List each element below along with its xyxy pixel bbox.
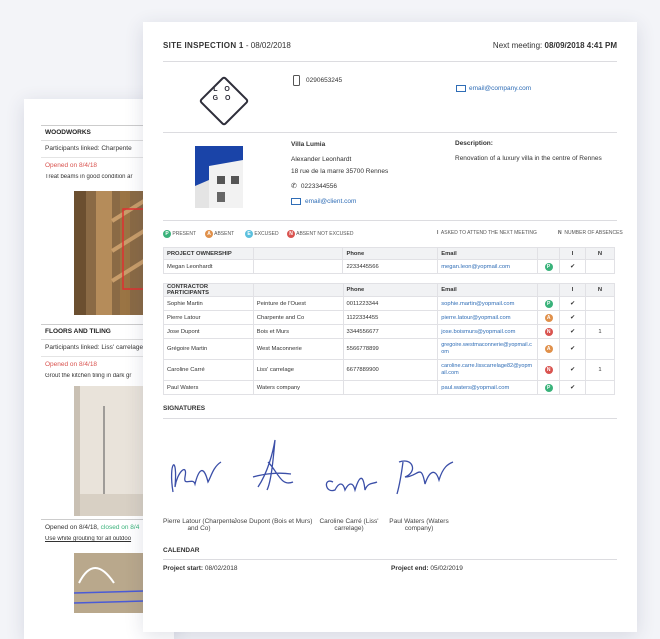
table-row: Paul Waters Waters company paul.waters@yop…	[163, 380, 615, 395]
report-title: SITE INSPECTION 1	[163, 41, 244, 50]
table-header: PROJECT OWNERSHIP Phone Email I N	[163, 247, 615, 260]
description-text: Renovation of a luxury villa in the cent…	[455, 155, 602, 162]
villa-photo	[195, 146, 243, 208]
opened-date: Opened on 8/4/18,	[45, 524, 101, 531]
client-info: Villa Lumia Alexander Leonhardt 18 rue d…	[291, 139, 388, 208]
table-row: Megan Leonhardt 2233445566 megan.leon@yopm…	[163, 259, 615, 274]
signatures-title: SIGNATURES	[163, 405, 206, 412]
check-icon: ✔	[559, 259, 587, 274]
signature-caption: Jose Dupont (Bois et Murs)	[233, 518, 313, 525]
signature-caption: Caroline Carré (Liss' carrelage)	[319, 518, 379, 532]
company-phone: 0290653245	[306, 77, 343, 85]
signature-jose-dupont	[252, 439, 294, 491]
tiling-photo	[74, 386, 144, 516]
mobile-icon	[293, 75, 300, 86]
legend-absent-not-excused: N ABSENT NOT EXCUSED	[287, 230, 353, 238]
client-address: 18 rue de la marre 35700 Rennes	[291, 168, 389, 175]
client-email[interactable]: email@client.com	[305, 198, 356, 205]
closed-date: closed on 8/4	[100, 524, 140, 531]
mail-icon	[291, 197, 301, 205]
signature-images	[170, 439, 454, 495]
check-icon: ✔	[559, 310, 587, 325]
description-label: Description:	[455, 140, 493, 147]
mail-icon	[456, 85, 466, 92]
client-contact: Alexander Leonhardt	[291, 156, 352, 163]
company-logo: L O G O	[198, 75, 250, 127]
status-absent-not-excused-icon: N	[544, 366, 553, 374]
table-row: Pierre Latour Charpente and Co 1122334455 p…	[163, 310, 615, 325]
signature-pierre-latour	[170, 461, 222, 493]
check-icon: ✔	[559, 380, 587, 395]
status-absent-icon: A	[544, 313, 553, 322]
table-row: Caroline Carré Liss' carrelage 6677889900 c…	[163, 359, 615, 381]
status-present-icon: P	[544, 262, 553, 271]
check-icon: ✔	[559, 359, 587, 381]
contractor-participants-table: CONTRACTOR PARTICIPANTS Phone Email I N Soph…	[163, 283, 615, 395]
company-email[interactable]: email@company.com	[469, 85, 531, 92]
client-name: Villa Lumia	[291, 141, 326, 148]
project-end: Project end: 05/02/2019	[391, 565, 463, 572]
status-present-icon: P	[544, 383, 553, 392]
status-present-icon: P	[544, 299, 553, 308]
woodwork-photo	[74, 191, 144, 315]
site-inspection-report: SITE INSPECTION 1 - 08/02/2018 Next meet…	[143, 22, 637, 632]
description-block: Description: Renovation of a luxury vill…	[455, 139, 605, 164]
status-absent-icon: A	[544, 345, 553, 353]
company-phone-row: 0290653245	[293, 75, 342, 86]
signature-caption: Paul Waters (Waters company)	[389, 518, 449, 532]
project-ownership-table: PROJECT OWNERSHIP Phone Email I N Megan Leon…	[163, 247, 615, 274]
phone-icon: ✆	[291, 183, 297, 190]
signature-caption: Pierre Latour (Charpente and Co)	[163, 518, 235, 532]
legend-i: I ASKED TO ATTEND THE NEXT MEETING	[437, 230, 537, 236]
project-start: Project start: 08/02/2018	[163, 565, 238, 572]
table-row: Sophie Martin Peinture de l'Ouest 00112233…	[163, 296, 615, 311]
check-icon: ✔	[559, 338, 587, 360]
table-row: Jose Dupont Bois et Murs 3344556677 jose.bo…	[163, 324, 615, 339]
check-icon: ✔	[559, 324, 587, 339]
grouting-photo	[74, 553, 144, 613]
check-icon: ✔	[559, 296, 587, 311]
status-absent-not-excused-icon: N	[544, 327, 553, 336]
legend-n: N NUMBER OF ABSENCES	[558, 230, 623, 236]
table-row: Grégoire Martin West Maconnerie 5566778899…	[163, 338, 615, 360]
client-phone: 0223344556	[300, 183, 338, 190]
calendar-title: CALENDAR	[163, 547, 200, 554]
legend-excused: E EXCUSED	[245, 230, 279, 238]
table-header: CONTRACTOR PARTICIPANTS Phone Email I N	[163, 283, 615, 297]
next-meeting: Next meeting: 08/09/2018 4:41 PM	[492, 41, 617, 50]
report-date: - 08/02/2018	[243, 41, 291, 50]
report-header: SITE INSPECTION 1 - 08/02/2018 Next meet…	[163, 41, 617, 50]
legend-present: P PRESENT	[163, 230, 196, 238]
legend-absent: A ABSENT	[205, 230, 234, 238]
signature-caroline-carre	[325, 477, 378, 493]
signature-paul-waters	[396, 460, 454, 495]
company-email-row[interactable]: email@company.com	[456, 85, 531, 92]
